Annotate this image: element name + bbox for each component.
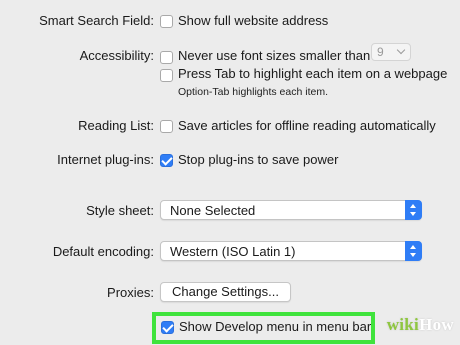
press-tab-checkbox[interactable] (160, 69, 173, 82)
encoding-label: Default encoding: (52, 244, 154, 259)
option-tab-note: Option-Tab highlights each item. (178, 86, 328, 98)
never-use-small-fonts-label[interactable]: Never use font sizes smaller than (178, 48, 370, 63)
change-settings-button[interactable]: Change Settings... (160, 282, 291, 302)
encoding-popup[interactable]: Western (ISO Latin 1) (160, 241, 422, 261)
encoding-value: Western (ISO Latin 1) (170, 244, 296, 259)
min-font-size-popup[interactable]: 9 (371, 43, 411, 61)
popup-stepper-icon (405, 200, 422, 220)
min-font-size-value: 9 (377, 45, 384, 59)
popup-stepper-icon (405, 241, 422, 261)
stop-plugins-checkbox[interactable] (160, 154, 173, 167)
save-offline-checkbox[interactable] (160, 120, 173, 133)
style-sheet-value: None Selected (170, 203, 256, 218)
reading-list-label: Reading List: (78, 118, 154, 133)
show-full-address-checkbox[interactable] (160, 15, 173, 28)
save-offline-label[interactable]: Save articles for offline reading automa… (178, 118, 436, 133)
proxies-label: Proxies: (107, 285, 154, 300)
show-full-address-label[interactable]: Show full website address (178, 13, 328, 28)
press-tab-label[interactable]: Press Tab to highlight each item on a we… (178, 66, 447, 81)
plugins-label: Internet plug-ins: (57, 152, 154, 167)
smart-search-label: Smart Search Field: (39, 13, 154, 28)
wikihow-watermark: wikiHow (386, 315, 454, 334)
chevron-down-icon (396, 45, 406, 55)
style-sheet-popup[interactable]: None Selected (160, 200, 422, 220)
style-sheet-label: Style sheet: (86, 203, 154, 218)
show-develop-menu-checkbox[interactable] (161, 321, 174, 334)
never-use-small-fonts-checkbox[interactable] (160, 51, 173, 64)
show-develop-menu-label[interactable]: Show Develop menu in menu bar (179, 319, 371, 334)
stop-plugins-label[interactable]: Stop plug-ins to save power (178, 152, 338, 167)
accessibility-label: Accessibility: (79, 48, 154, 63)
